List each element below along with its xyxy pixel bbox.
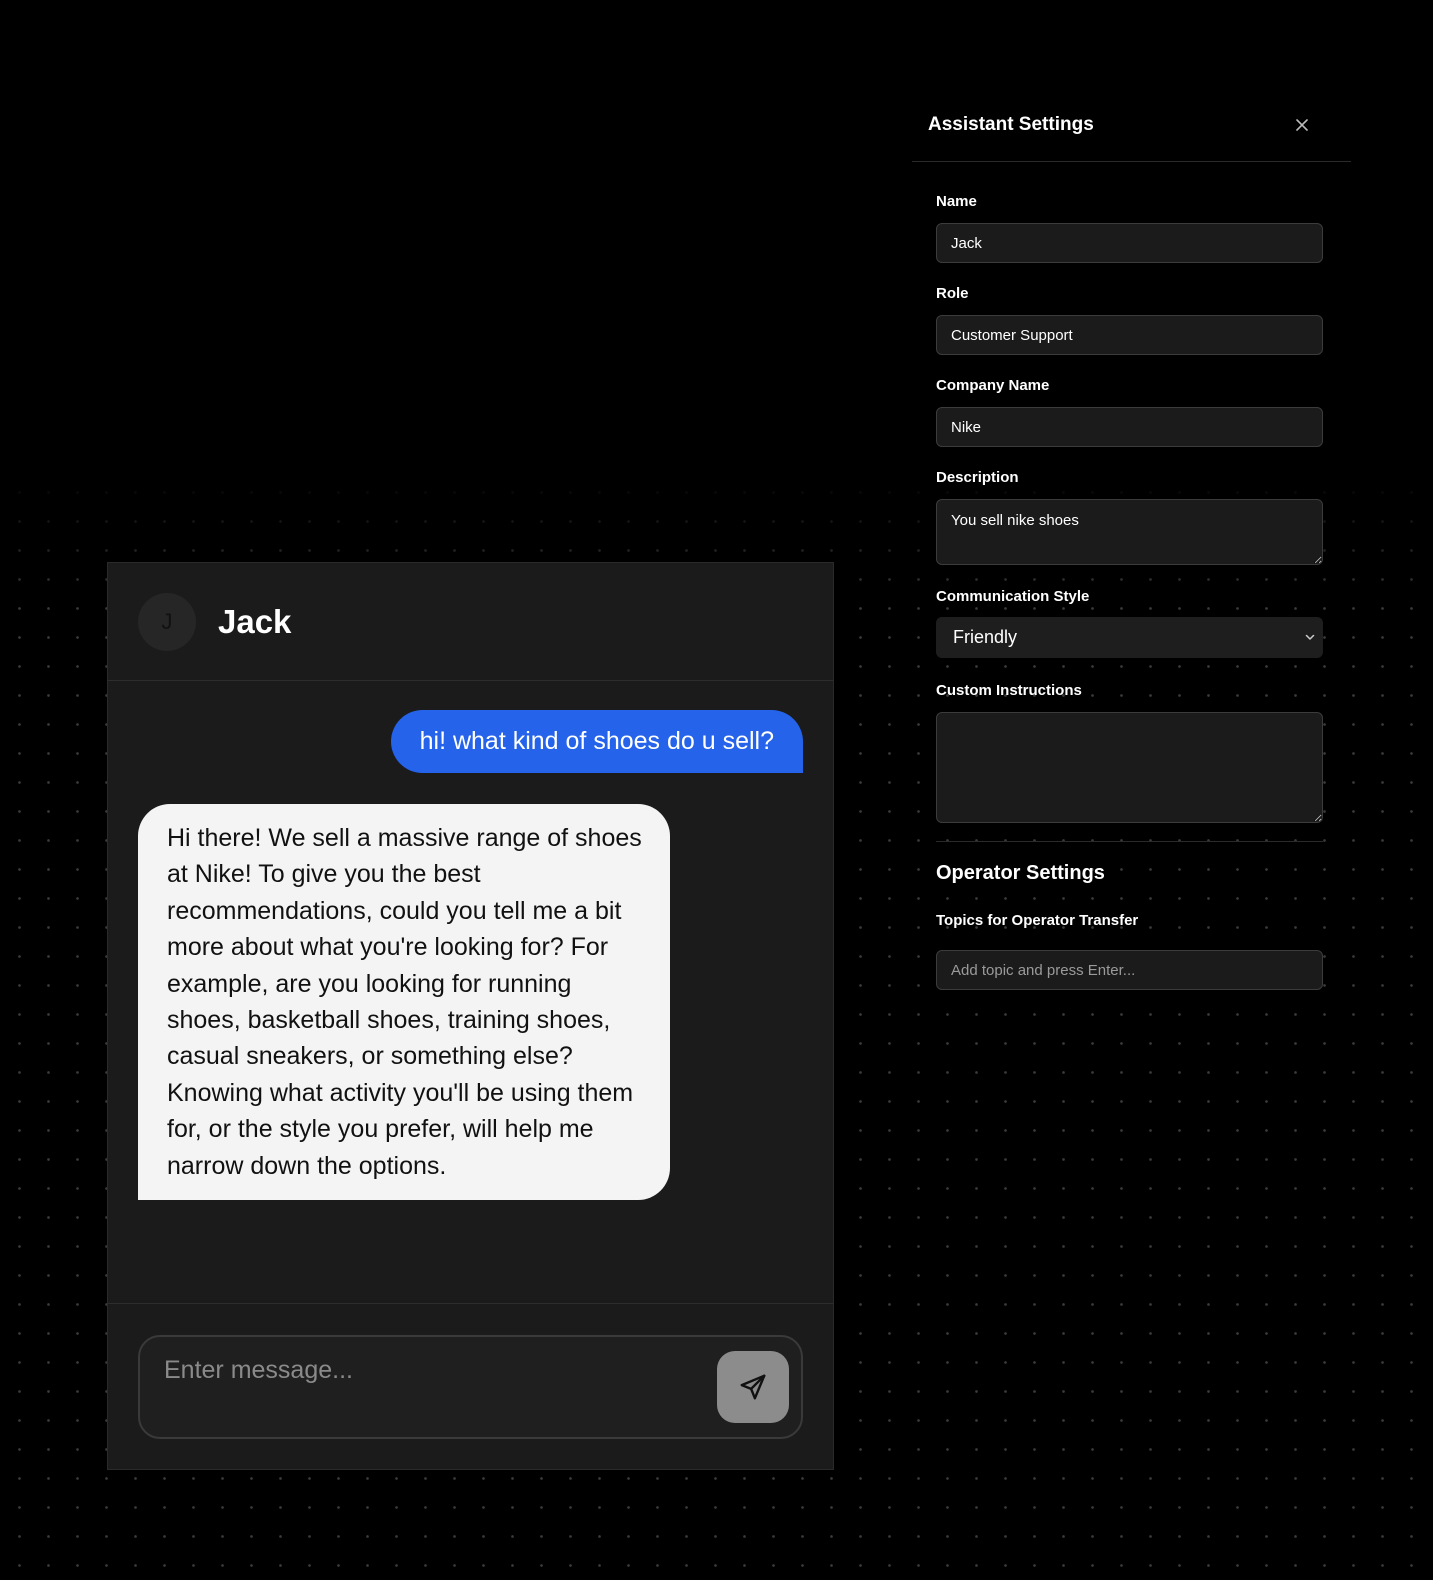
communication-style-select[interactable]: Friendly [936, 617, 1323, 658]
assistant-settings-panel: Assistant Settings Name Role Company Nam… [912, 92, 1351, 1012]
chat-title: Jack [218, 602, 292, 640]
send-button[interactable] [717, 1351, 789, 1423]
assistant-message: Hi there! We sell a massive range of sho… [138, 804, 670, 1201]
close-icon [1296, 119, 1308, 131]
message-input[interactable] [162, 1355, 686, 1386]
panel-header: Assistant Settings [912, 92, 1351, 162]
operator-topic-input[interactable] [936, 950, 1323, 990]
message-composer [138, 1335, 803, 1439]
chevron-down-icon [1305, 634, 1315, 640]
user-message: hi! what kind of shoes do u sell? [390, 710, 803, 773]
panel-title: Assistant Settings [928, 114, 1094, 135]
close-button[interactable] [1291, 114, 1313, 136]
company-name-field[interactable] [936, 407, 1323, 447]
operator-settings-title: Operator Settings [936, 862, 1105, 884]
send-icon [740, 1374, 766, 1400]
avatar: J [138, 592, 196, 651]
name-label: Name [936, 193, 977, 210]
message-list: hi! what kind of shoes do u sell? Hi the… [108, 681, 833, 1305]
communication-style-value: Friendly [953, 627, 1018, 647]
operator-topics-label: Topics for Operator Transfer [936, 912, 1139, 929]
name-field[interactable] [936, 223, 1323, 263]
role-field[interactable] [936, 315, 1323, 355]
company-name-label: Company Name [936, 377, 1050, 394]
description-field[interactable]: You sell nike shoes [936, 499, 1323, 565]
custom-instructions-field[interactable] [936, 712, 1323, 823]
role-label: Role [936, 285, 969, 302]
custom-instructions-label: Custom Instructions [936, 682, 1082, 699]
communication-style-label: Communication Style [936, 588, 1090, 605]
chat-window: J Jack hi! what kind of shoes do u sell?… [107, 562, 834, 1470]
chat-header: J Jack [108, 563, 833, 681]
section-divider [936, 841, 1323, 842]
composer-area [108, 1303, 833, 1469]
description-label: Description [936, 469, 1019, 486]
